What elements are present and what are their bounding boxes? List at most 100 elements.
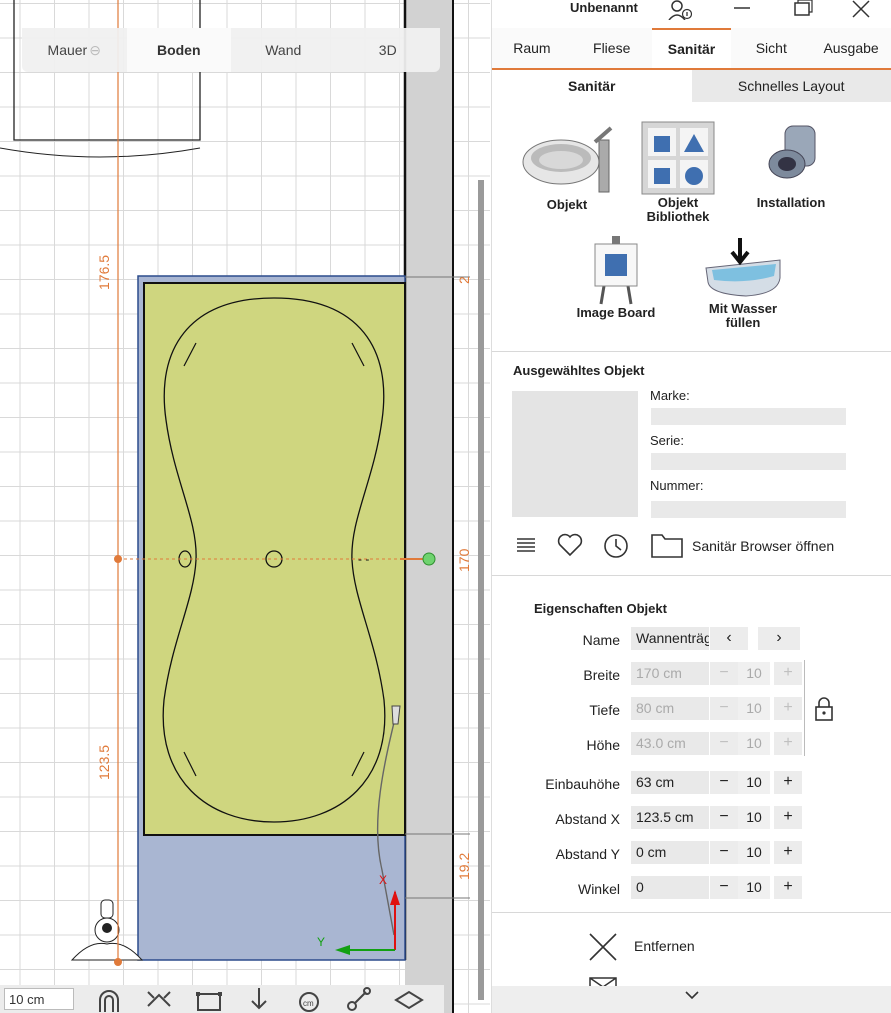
hoehe-plus-button[interactable]: + xyxy=(774,732,802,755)
einbauhoehe-step[interactable]: 10 xyxy=(738,771,770,794)
tab-wand[interactable]: Wand xyxy=(231,28,336,72)
tab-raum[interactable]: Raum xyxy=(492,28,572,68)
tab-3d[interactable]: 3D xyxy=(336,28,441,72)
abstand-x-step[interactable]: 10 xyxy=(738,806,770,829)
subtab-schnelles-layout[interactable]: Schnelles Layout xyxy=(691,70,891,102)
prev-button[interactable]: ‹ xyxy=(710,627,748,650)
dimension-label-170: 170 xyxy=(456,548,472,572)
name-input[interactable]: Wannenträg xyxy=(631,627,709,650)
view-tabs: Mauer ⊖ Boden Wand 3D xyxy=(22,28,440,72)
tile-bibliothek-label-1: Objekt xyxy=(657,195,699,210)
heart-icon[interactable] xyxy=(557,533,583,557)
tab-sicht[interactable]: Sicht xyxy=(731,28,811,68)
winkel-input[interactable]: 0 xyxy=(631,876,709,899)
minimize-icon[interactable] xyxy=(730,0,754,20)
shower-head xyxy=(391,705,401,725)
tiefe-label: Tiefe xyxy=(589,702,620,718)
abstand-x-plus-button[interactable]: + xyxy=(774,806,802,829)
abstand-y-plus-button[interactable]: + xyxy=(774,841,802,864)
abstand-x-minus-button[interactable]: − xyxy=(710,806,738,829)
tab-label: Mauer xyxy=(47,42,88,58)
tiefe-minus-button[interactable]: − xyxy=(710,697,738,720)
tab-fliese[interactable]: Fliese xyxy=(572,28,652,68)
winkel-step[interactable]: 10 xyxy=(738,876,770,899)
nummer-field xyxy=(651,501,846,518)
title-bar: Unbenannt xyxy=(492,0,891,28)
tile-image-board[interactable]: Image Board xyxy=(561,234,671,320)
breite-step[interactable]: 10 xyxy=(738,662,770,685)
tile-installation-label: Installation xyxy=(756,195,826,210)
magnet-icon[interactable] xyxy=(94,986,124,1012)
svg-text:cm: cm xyxy=(303,999,314,1008)
lock-bracket xyxy=(804,660,805,756)
abstand-x-row: Abstand X 123.5 cm − 10 + xyxy=(492,806,891,832)
tile-bibliothek-label-2: Bibliothek xyxy=(646,209,710,224)
abstand-x-input[interactable]: 123.5 cm xyxy=(631,806,709,829)
breite-minus-button[interactable]: − xyxy=(710,662,738,685)
toggle-icon: ⊖ xyxy=(89,41,101,58)
chevron-down-icon[interactable] xyxy=(685,990,699,1000)
tile-objekt-bibliothek[interactable]: Objekt Bibliothek xyxy=(623,120,733,224)
subtab-sanitaer[interactable]: Sanitär xyxy=(492,70,692,102)
measure-icon[interactable] xyxy=(194,986,224,1012)
tiefe-plus-button[interactable]: + xyxy=(774,697,802,720)
list-icon[interactable] xyxy=(516,536,536,554)
account-info-icon[interactable] xyxy=(668,0,692,20)
dimension-point[interactable] xyxy=(114,958,122,966)
cabinet-front xyxy=(0,147,201,158)
tile-objekt-label: Objekt xyxy=(546,197,588,212)
abstand-y-step[interactable]: 10 xyxy=(738,841,770,864)
tile-objekt[interactable]: Objekt xyxy=(512,120,622,212)
arrows-icon[interactable] xyxy=(144,986,174,1012)
cm-icon[interactable]: cm xyxy=(294,986,324,1012)
abstand-y-input[interactable]: 0 cm xyxy=(631,841,709,864)
tab-ausgabe[interactable]: Ausgabe xyxy=(811,28,891,68)
hoehe-step[interactable]: 10 xyxy=(738,732,770,755)
hoehe-input[interactable]: 43.0 cm xyxy=(631,732,709,755)
tab-boden[interactable]: Boden xyxy=(126,28,231,72)
floor-plan-drawing[interactable]: - - 176.5 123.5 170 19.2 2 X Y xyxy=(0,0,490,1013)
winkel-minus-button[interactable]: − xyxy=(710,876,738,899)
next-button[interactable]: › xyxy=(758,627,800,650)
marke-field xyxy=(651,408,846,425)
easel-icon xyxy=(594,236,638,305)
scale-input[interactable]: 10 cm xyxy=(4,988,74,1010)
delete-x-icon[interactable] xyxy=(588,932,618,962)
canvas-scrollbar[interactable] xyxy=(478,180,484,1000)
path-tool-icon[interactable] xyxy=(344,986,374,1012)
winkel-plus-button[interactable]: + xyxy=(774,876,802,899)
folder-icon[interactable] xyxy=(650,531,684,559)
lock-icon[interactable] xyxy=(814,696,834,722)
tile-image-board-label: Image Board xyxy=(576,305,656,320)
down-arrow-icon[interactable] xyxy=(244,986,274,1012)
dimension-label-1235: 123.5 xyxy=(96,745,112,780)
layers-icon[interactable] xyxy=(394,986,424,1012)
open-browser-link[interactable]: Sanitär Browser öffnen xyxy=(692,538,834,554)
einbauhoehe-input[interactable]: 63 cm xyxy=(631,771,709,794)
abstand-y-minus-button[interactable]: − xyxy=(710,841,738,864)
divider xyxy=(492,351,891,352)
floor-plan-canvas[interactable]: - - 176.5 123.5 170 19.2 2 X Y Mauer ⊖ Bo… xyxy=(0,0,490,1013)
nummer-label: Nummer: xyxy=(650,478,704,493)
breite-input[interactable]: 170 cm xyxy=(631,662,709,685)
einbauhoehe-plus-button[interactable]: + xyxy=(774,771,802,794)
entfernen-button[interactable]: Entfernen xyxy=(634,938,695,954)
breite-plus-button[interactable]: + xyxy=(774,662,802,685)
einbauhoehe-minus-button[interactable]: − xyxy=(710,771,738,794)
hoehe-minus-button[interactable]: − xyxy=(710,732,738,755)
pipe-fitting-icon xyxy=(768,125,816,179)
serie-label: Serie: xyxy=(650,433,684,448)
tiefe-input[interactable]: 80 cm xyxy=(631,697,709,720)
tab-sanitaer[interactable]: Sanitär xyxy=(651,28,732,68)
maximize-icon[interactable] xyxy=(790,0,814,20)
tile-mit-wasser-fuellen[interactable]: Mit Wasser füllen xyxy=(688,238,798,330)
tab-mauer[interactable]: Mauer ⊖ xyxy=(22,28,127,72)
rotate-handle[interactable] xyxy=(422,552,436,566)
canvas-toolbar: 10 cm cm xyxy=(0,985,444,1013)
abstand-y-row: Abstand Y 0 cm − 10 + xyxy=(492,841,891,867)
clock-icon[interactable] xyxy=(603,533,629,559)
tile-installation[interactable]: Installation xyxy=(736,120,846,210)
tiefe-step[interactable]: 10 xyxy=(738,697,770,720)
close-icon[interactable] xyxy=(850,0,874,20)
abstand-y-label: Abstand Y xyxy=(555,846,620,862)
